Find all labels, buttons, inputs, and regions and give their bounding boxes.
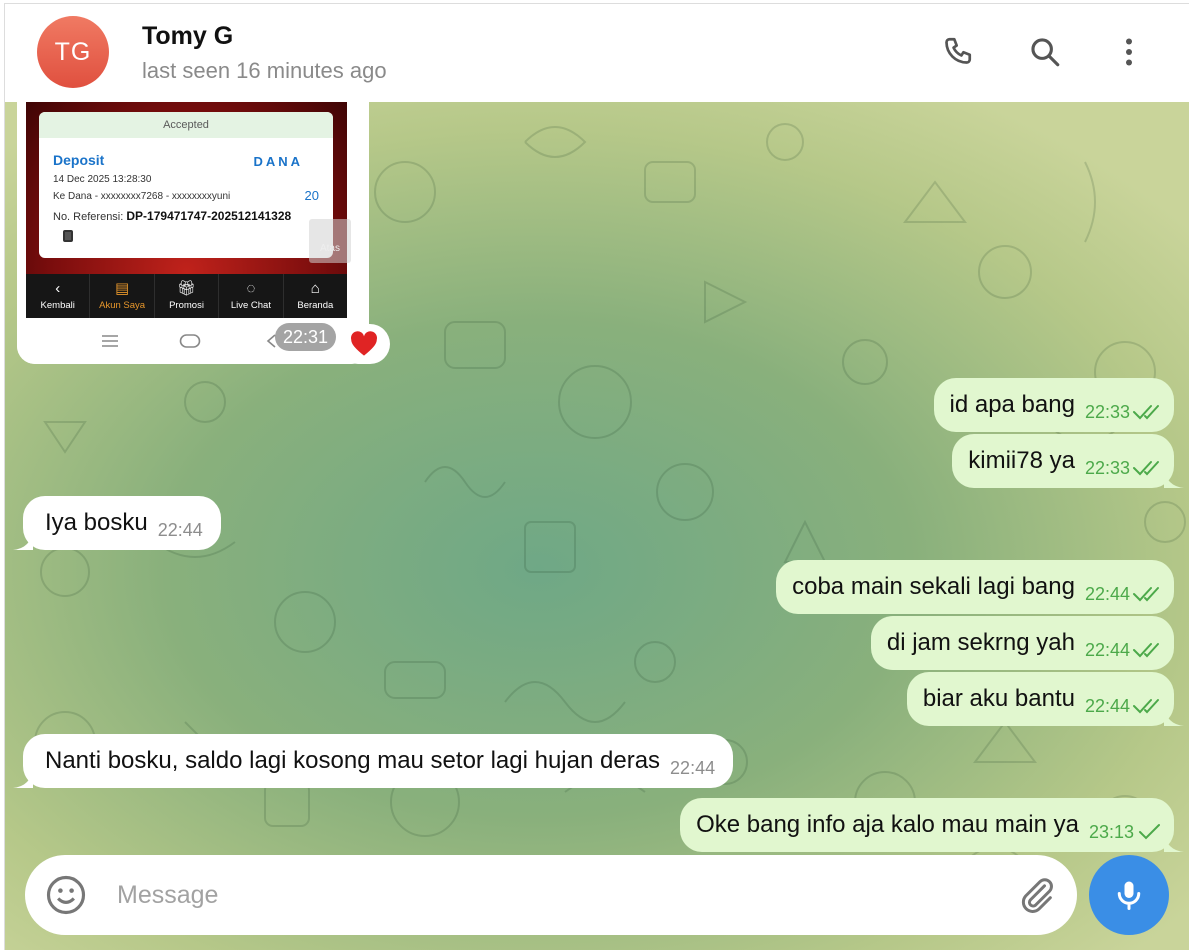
nav-label: Akun Saya xyxy=(99,300,146,311)
reference-number: No. Referensi: DP-179471747-202512141328 xyxy=(53,209,291,223)
double-check-icon xyxy=(1133,587,1159,602)
bubble-tail xyxy=(1164,832,1184,852)
back-arrow-icon: ‹ xyxy=(55,280,61,297)
home-button-icon xyxy=(179,334,201,348)
nav-label: Beranda xyxy=(297,300,334,311)
recents-icon xyxy=(102,335,118,347)
contact-name[interactable]: Tomy G xyxy=(142,22,233,51)
emoji-icon[interactable] xyxy=(45,874,87,916)
message-time: 22:33 xyxy=(1084,402,1130,422)
deposit-amount: 20 xyxy=(304,188,319,203)
double-check-icon xyxy=(1133,461,1159,476)
copy-icon xyxy=(63,230,73,242)
nav-akun-saya: ▤ Akun Saya xyxy=(90,274,155,318)
whatsapp-icon: ◌ xyxy=(246,280,256,297)
double-check-icon xyxy=(1133,643,1159,658)
avatar[interactable]: TG xyxy=(37,16,109,88)
reference-value: DP-179471747-202512141328 xyxy=(126,209,292,223)
deposit-title: Deposit xyxy=(53,152,105,168)
message-meta: 22:44 xyxy=(1085,679,1162,733)
phone-icon[interactable] xyxy=(942,34,978,70)
message-meta: 22:44 xyxy=(1085,623,1162,677)
message-meta: 22:33 xyxy=(1085,385,1162,439)
message-meta: 22:33 xyxy=(1085,441,1162,495)
message-text: biar aku bantu xyxy=(922,685,1075,712)
search-icon[interactable] xyxy=(1027,34,1063,70)
double-check-icon xyxy=(1133,405,1159,420)
nav-label: Kembali xyxy=(40,300,75,311)
message-text: kimii78 ya xyxy=(968,447,1075,474)
bubble-tail xyxy=(13,530,33,550)
message-meta: 22:44 xyxy=(1085,567,1162,621)
wallet-icon: ▤ xyxy=(115,280,130,297)
nav-live-chat: ◌ Live Chat xyxy=(219,274,284,318)
message-time: 22:44 xyxy=(1084,640,1130,660)
message-time: 22:44 xyxy=(1084,584,1130,604)
screenshot-bottom-nav: ‹ Kembali ▤ Akun Saya 🎁︎ Promosi ◌ Live Chat… xyxy=(26,274,347,318)
message-out[interactable]: id apa bang 22:33 xyxy=(933,378,1174,432)
message-out[interactable]: biar aku bantu 22:44 xyxy=(906,672,1184,726)
reference-label: No. Referensi: xyxy=(53,211,124,223)
nav-beranda: ⌂ Beranda xyxy=(284,274,347,318)
message-time: 22:44 xyxy=(670,758,716,778)
nav-label: Live Chat xyxy=(230,300,271,311)
double-check-icon xyxy=(1133,699,1159,714)
message-input[interactable] xyxy=(117,871,997,919)
nav-label: Promosi xyxy=(169,300,204,311)
scroll-top-button: Atas xyxy=(309,219,351,263)
message-text: Iya bosku xyxy=(45,509,148,536)
deposit-date: 14 Dec 2025 13:28:30 xyxy=(53,174,152,185)
heart-reaction[interactable] xyxy=(338,324,390,364)
message-time: 23:13 xyxy=(1088,822,1134,842)
more-vertical-icon[interactable] xyxy=(1111,34,1147,70)
message-out[interactable]: Oke bang info aja kalo mau main ya 23:13 xyxy=(680,798,1184,852)
message-composer xyxy=(25,855,1077,935)
message-text: id apa bang xyxy=(949,391,1075,418)
nav-promosi: 🎁︎ Promosi xyxy=(155,274,220,318)
message-text: di jam sekrng yah xyxy=(886,629,1075,656)
message-in[interactable]: Iya bosku 22:44 xyxy=(13,496,221,550)
last-seen-status: last seen 16 minutes ago xyxy=(142,58,387,83)
heart-icon xyxy=(351,331,377,356)
chat-header: TG Tomy G last seen 16 minutes ago xyxy=(5,4,1189,102)
message-meta: 23:13 xyxy=(1089,805,1162,859)
single-check-icon xyxy=(1139,824,1160,840)
bubble-tail xyxy=(13,768,33,788)
microphone-icon xyxy=(1117,881,1141,910)
message-text: Oke bang info aja kalo mau main ya xyxy=(696,811,1079,838)
message-text: coba main sekali lagi bang xyxy=(792,573,1075,600)
dana-logo: DANA xyxy=(253,154,303,169)
deposit-recipient: Ke Dana - xxxxxxxx7268 - xxxxxxxxyuni xyxy=(53,191,231,202)
bubble-tail xyxy=(1164,468,1184,488)
microphone-button[interactable] xyxy=(1089,855,1169,935)
message-out[interactable]: di jam sekrng yah 22:44 xyxy=(870,616,1174,670)
message-out[interactable]: coba main sekali lagi bang 22:44 xyxy=(776,560,1174,614)
gift-icon: 🎁︎ xyxy=(176,280,197,297)
message-time: 22:33 xyxy=(1084,458,1130,478)
photo-message[interactable]: Accepted Deposit DANA 14 Dec 2025 13:28:… xyxy=(17,102,369,364)
accepted-label: Accepted xyxy=(39,112,333,138)
chat-area[interactable]: Accepted Deposit DANA 14 Dec 2025 13:28:… xyxy=(5,102,1189,950)
message-out[interactable]: kimii78 ya 22:33 xyxy=(952,434,1184,488)
photo-timestamp: 22:31 xyxy=(275,323,337,351)
message-time: 22:44 xyxy=(157,520,203,540)
nav-kembali: ‹ Kembali xyxy=(26,274,91,318)
chat-window: TG Tomy G last seen 16 minutes ago Accep… xyxy=(4,3,1189,950)
home-icon: ⌂ xyxy=(310,280,320,297)
bubble-tail xyxy=(1164,706,1184,726)
attach-icon[interactable] xyxy=(1017,875,1057,915)
message-in[interactable]: Nanti bosku, saldo lagi kosong mau setor… xyxy=(13,734,734,788)
scroll-top-label: Atas xyxy=(319,243,340,254)
message-time: 22:44 xyxy=(1084,696,1130,716)
message-text: Nanti bosku, saldo lagi kosong mau setor… xyxy=(45,747,661,774)
deposit-card: Accepted Deposit DANA 14 Dec 2025 13:28:… xyxy=(39,112,333,258)
